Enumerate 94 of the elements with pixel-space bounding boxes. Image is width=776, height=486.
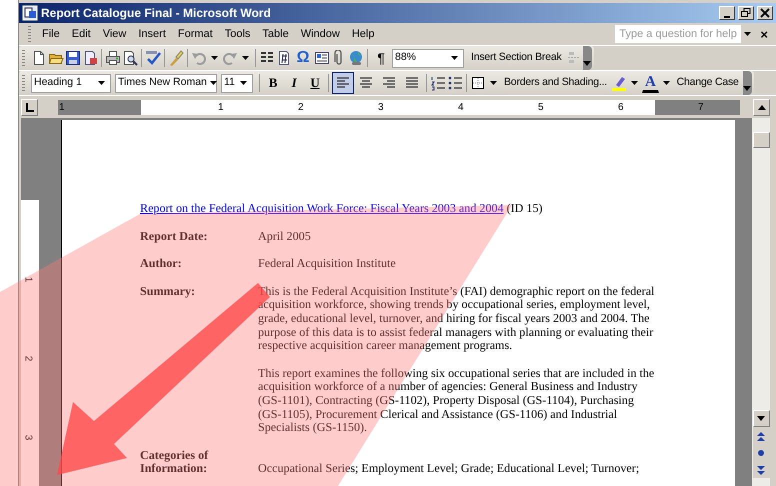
- report-id: (ID 15): [506, 201, 543, 215]
- down-arrow-icon: [742, 85, 752, 92]
- insert-section-break-button[interactable]: Insert Section Break: [468, 47, 565, 69]
- field-value: April 2005: [258, 230, 312, 244]
- bulleted-list-icon: [447, 75, 463, 91]
- highlighter-icon: [611, 75, 628, 91]
- undo-icon: [191, 50, 207, 66]
- circle-icon: [756, 448, 766, 458]
- help-search-field[interactable]: Type a question for help: [615, 25, 742, 43]
- scroll-down-button[interactable]: [752, 410, 770, 427]
- border-icon: [470, 75, 486, 91]
- word-app-icon: [22, 5, 38, 21]
- close-icon: [759, 7, 771, 19]
- ruler-number: 6: [618, 100, 624, 114]
- ruler-number: 2: [21, 356, 34, 362]
- save-icon: [65, 50, 81, 66]
- change-case-button[interactable]: Change Case: [674, 72, 742, 94]
- tab-selector[interactable]: [21, 98, 38, 116]
- double-up-arrow-icon: [756, 430, 766, 440]
- menu-item[interactable]: Insert: [132, 24, 172, 44]
- menu-item[interactable]: Table: [256, 24, 295, 44]
- new-document-icon: [31, 50, 47, 66]
- section-icon: [566, 50, 582, 66]
- caret-icon[interactable]: [98, 81, 105, 85]
- ruler-number: 7: [698, 100, 704, 114]
- ruler-number: 3: [378, 100, 384, 114]
- minimize-icon: [724, 16, 730, 18]
- menu-item[interactable]: File: [36, 24, 66, 44]
- menu-item[interactable]: Edit: [66, 24, 97, 44]
- borders-and-shading-button[interactable]: Borders and Shading...: [501, 72, 610, 94]
- symbol-button[interactable]: Ω: [293, 47, 313, 69]
- ruler-number: 2: [298, 100, 304, 114]
- caret-icon[interactable]: [210, 81, 217, 85]
- scroll-up-button[interactable]: [753, 98, 770, 116]
- font-color-button[interactable]: A: [642, 73, 659, 93]
- close-document-button[interactable]: ×: [754, 28, 776, 40]
- field-label: Author:: [140, 257, 183, 271]
- show-formatting-button[interactable]: ¶: [371, 47, 391, 69]
- menu-item[interactable]: Window: [294, 24, 346, 44]
- document-icon: [82, 50, 98, 66]
- caret-icon[interactable]: [242, 56, 249, 60]
- down-arrow-icon: [756, 415, 766, 422]
- redo-icon: [222, 50, 238, 66]
- caret-icon[interactable]: [490, 81, 497, 85]
- print-preview-icon: [122, 50, 138, 66]
- italic-button[interactable]: I: [284, 72, 304, 94]
- ruler-number: 4: [458, 100, 464, 114]
- numbered-list-icon: [430, 75, 446, 91]
- menu-item[interactable]: Help: [346, 24, 380, 44]
- menu-item[interactable]: Tools: [218, 24, 256, 44]
- window-title: Report Catalogue Final - Microsoft Word: [41, 5, 272, 22]
- ruler-number: 3: [21, 434, 34, 440]
- field-value: This report examines the following six occupational series that are included in the acquisition workforce of a number of agencies: General Business and Industry (GS-1101), Contracting (GS-1102), Property Disposal (GS-1104), Purchasing (GS-1105), Procurement Clerical and Assistance (GS-1106) and Industrial Specialists (GS-1150).: [258, 366, 656, 435]
- font-combo[interactable]: Times New Roman: [115, 74, 217, 92]
- restore-button[interactable]: [738, 6, 754, 20]
- down-arrow-icon: [582, 60, 592, 67]
- caret-icon[interactable]: [744, 32, 752, 36]
- toolbar-options-handle[interactable]: [742, 71, 752, 95]
- scroll-thumb[interactable]: [752, 132, 770, 148]
- restore-icon: [740, 7, 752, 19]
- up-arrow-icon: [756, 104, 766, 110]
- globe-icon: [348, 50, 364, 66]
- menu-item[interactable]: Format: [172, 24, 219, 44]
- toolbar-options-handle[interactable]: [582, 46, 592, 70]
- field-label: Report Date:: [140, 230, 208, 244]
- text-box-icon: [314, 50, 330, 66]
- zoom-combo[interactable]: 88%: [392, 48, 464, 68]
- ruler-number: 1: [59, 100, 65, 114]
- double-down-arrow-icon: [756, 464, 766, 474]
- caret-icon[interactable]: [240, 81, 247, 85]
- field-label: Categories of Information:: [140, 448, 210, 476]
- field-value: Occupational Series; Employment Level; Grade; Educational Level; Turnover;: [258, 462, 640, 476]
- align-left-button[interactable]: [332, 72, 354, 94]
- menu-item[interactable]: View: [96, 24, 132, 44]
- caret-icon[interactable]: [662, 81, 670, 85]
- brush-icon: [168, 50, 184, 66]
- ruler-number: 1: [218, 100, 224, 114]
- ruler-number: 5: [538, 100, 544, 114]
- field-label: Summary:: [140, 284, 196, 300]
- caret-icon[interactable]: [211, 56, 218, 60]
- caret-icon[interactable]: [451, 56, 458, 60]
- bold-button[interactable]: B: [263, 72, 283, 94]
- style-combo[interactable]: Heading 1: [31, 74, 111, 92]
- printer-icon: [105, 50, 121, 66]
- field-value: Federal Acquisition Institute: [258, 257, 397, 271]
- minimize-button[interactable]: [719, 6, 735, 20]
- close-button[interactable]: [757, 6, 773, 20]
- spelling-check-icon: [145, 50, 161, 66]
- font-size-combo[interactable]: 11: [221, 74, 253, 92]
- underline-button[interactable]: U: [305, 72, 325, 94]
- caret-icon[interactable]: [631, 81, 638, 85]
- document-icon: [276, 50, 292, 66]
- report-title-link[interactable]: Report on the Federal Acquisition Work Force: Fiscal Years 2003 and 2004: [140, 201, 504, 215]
- ruler-number: 1: [21, 276, 34, 282]
